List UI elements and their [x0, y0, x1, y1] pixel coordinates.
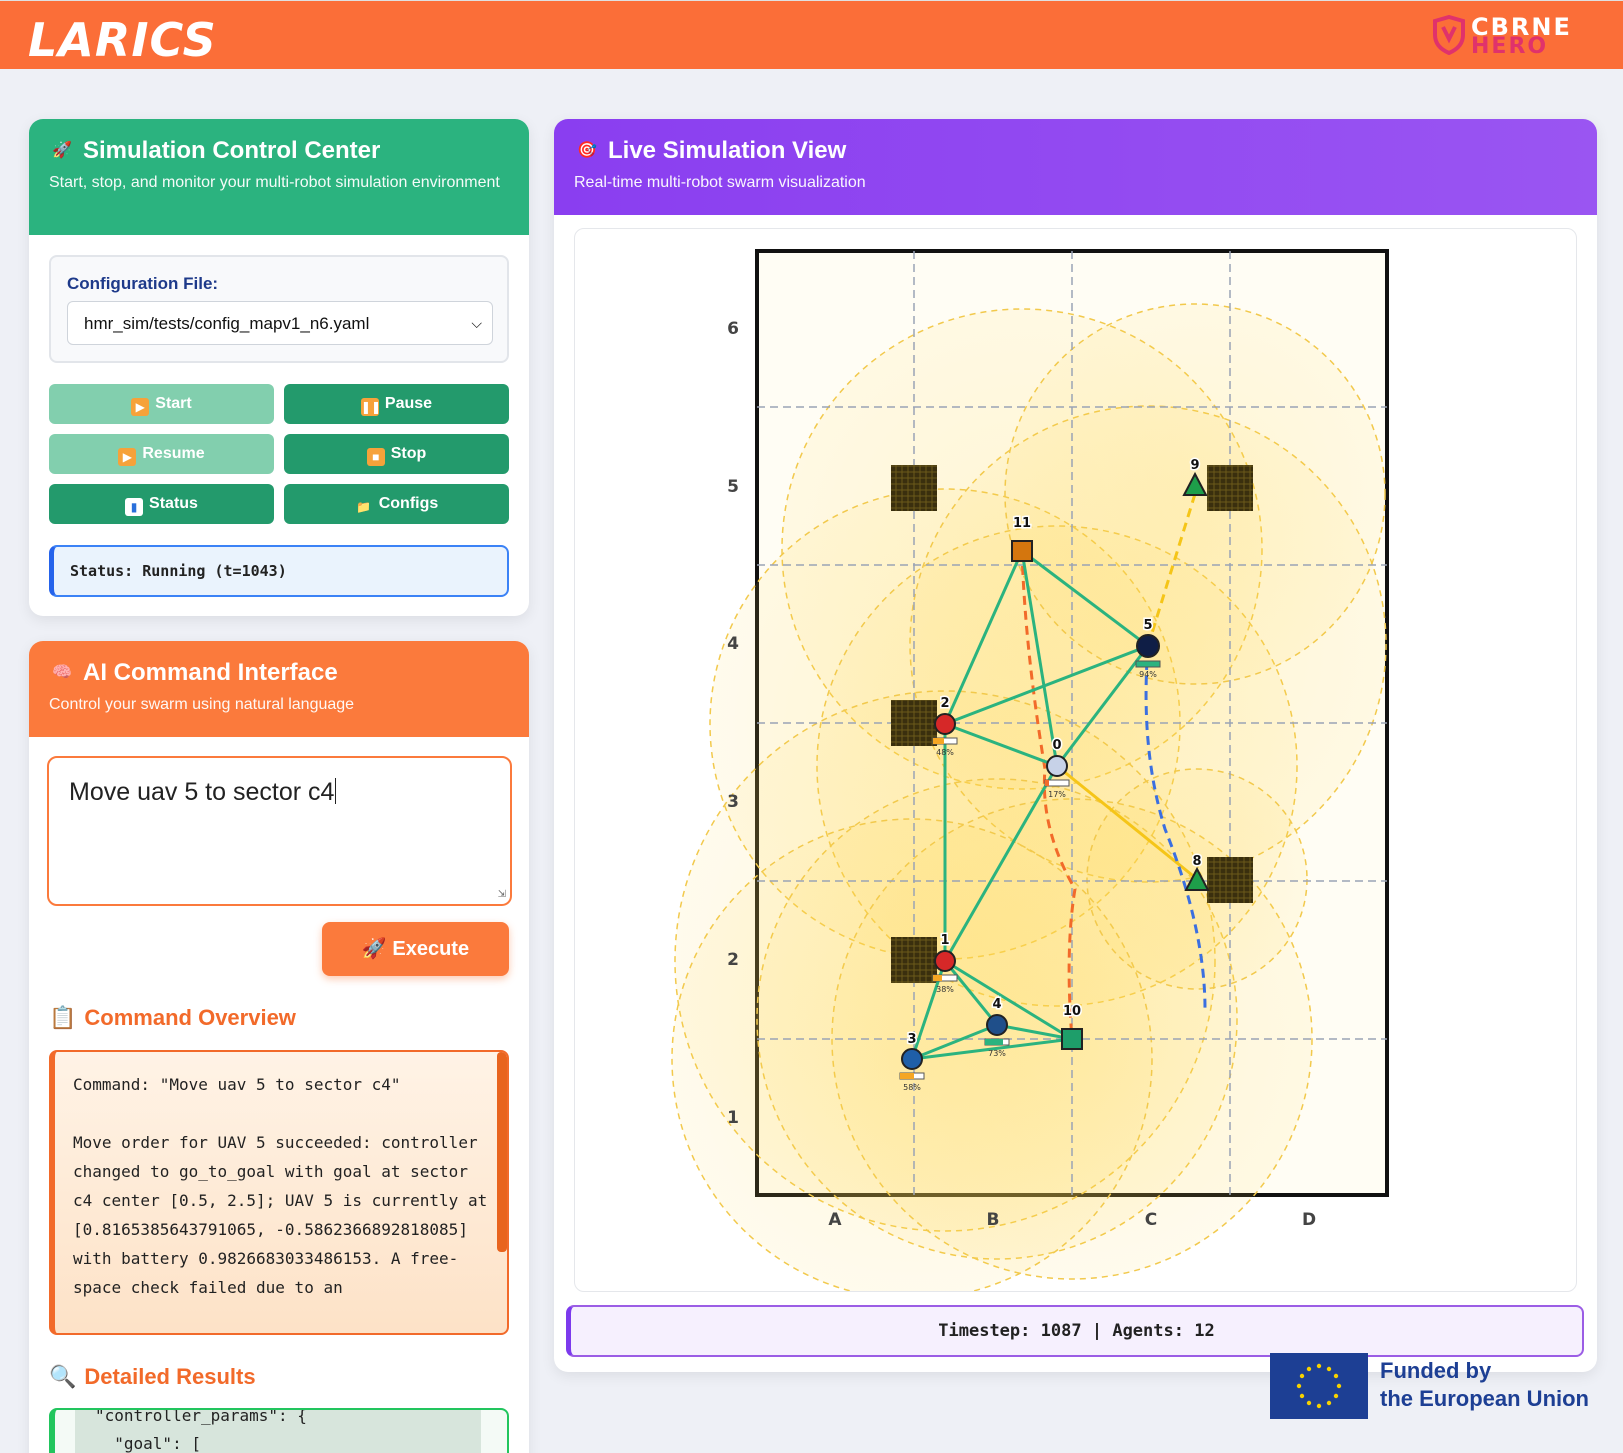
ai-title: AI Command Interface [83, 659, 338, 686]
target-icon: 🎯 [577, 142, 597, 159]
svg-text:94%: 94% [1139, 670, 1157, 679]
ai-command-card: 🧠 AI Command Interface Control your swarm… [29, 641, 529, 1453]
svg-text:4: 4 [727, 634, 739, 654]
svg-text:D: D [1302, 1210, 1316, 1230]
svg-text:2: 2 [727, 950, 739, 970]
svg-text:B: B [987, 1210, 1000, 1230]
cbrne-shield-icon [1433, 15, 1465, 55]
brain-icon: 🧠 [52, 664, 72, 681]
command-input-value: Move uav 5 to sector c4 [69, 778, 335, 806]
resume-button[interactable]: ▶ Resume [49, 434, 274, 474]
resize-handle-icon[interactable]: ⇲ [498, 889, 506, 900]
rocket-icon: 🚀 [52, 142, 72, 159]
config-file-select[interactable]: hmr_sim/tests/config_mapv1_n6.yaml ⌵ [67, 301, 493, 345]
clipboard-icon: 📋 [49, 1005, 77, 1030]
status-display: Status: Running (t=1043) [49, 545, 509, 597]
config-panel: Configuration File: hmr_sim/tests/config… [49, 255, 509, 363]
eu-flag-icon [1270, 1353, 1368, 1419]
results-text: "controller_params": { "goal": [ [95, 1408, 307, 1453]
svg-text:5: 5 [1143, 618, 1152, 633]
svg-text:5: 5 [727, 477, 739, 497]
control-subtitle: Start, stop, and monitor your multi-robo… [49, 174, 500, 191]
overview-scrollbar[interactable] [497, 1052, 507, 1252]
sim-card-header: 🎯 Live Simulation View Real-time multi-ro… [554, 119, 1597, 215]
config-select-value: hmr_sim/tests/config_mapv1_n6.yaml [84, 314, 370, 333]
agents-count: 12 [1194, 1321, 1215, 1341]
folder-icon: 📁 [356, 500, 372, 514]
command-overview-text: Command: "Move uav 5 to sector c4" Move … [73, 1075, 488, 1297]
eu-text-line2: the European Union [1380, 1386, 1589, 1411]
play-icon: ▶ [118, 448, 137, 466]
svg-text:4: 4 [992, 997, 1001, 1012]
detailed-results-heading: 🔍 Detailed Results [49, 1364, 256, 1389]
configs-button[interactable]: 📁 Configs [284, 484, 509, 524]
svg-text:9: 9 [1190, 458, 1199, 473]
config-label: Configuration File: [67, 274, 219, 293]
sim-title: Live Simulation View [608, 137, 847, 164]
bar-chart-icon: ▮ [125, 498, 144, 516]
svg-text:8: 8 [1192, 854, 1201, 869]
hero-text: HERO [1471, 34, 1549, 59]
svg-text:48%: 48% [936, 748, 954, 757]
start-button[interactable]: ▶ Start [49, 384, 274, 424]
svg-text:3: 3 [907, 1032, 916, 1047]
timestep-value: 1087 [1040, 1321, 1082, 1341]
magnifier-icon: 🔍 [49, 1364, 77, 1389]
control-title: Simulation Control Center [83, 137, 381, 164]
command-input[interactable]: Move uav 5 to sector c4 ⇲ [47, 756, 512, 906]
larics-logo: LARICS [28, 13, 217, 67]
simulation-map[interactable]: 11 9 5 94% 2 48% 0 17% 8 1 38% 4 73% 10 … [575, 229, 1577, 1292]
svg-text:A: A [828, 1210, 842, 1230]
svg-text:C: C [1145, 1210, 1157, 1230]
chevron-down-icon: ⌵ [471, 315, 482, 331]
svg-text:1: 1 [727, 1108, 739, 1128]
command-overview-heading: 📋 Command Overview [49, 1005, 296, 1030]
svg-text:6: 6 [727, 319, 739, 339]
results-code-block: "controller_params": { "goal": [ [75, 1410, 481, 1453]
simulation-control-card: 🚀 Simulation Control Center Start, stop, … [29, 119, 529, 616]
simulation-canvas[interactable]: 11 9 5 94% 2 48% 0 17% 8 1 38% 4 73% 10 … [574, 228, 1577, 1292]
text-caret [335, 778, 337, 804]
rocket-icon: 🚀 [361, 938, 393, 960]
svg-text:1: 1 [940, 933, 949, 948]
ai-card-header: 🧠 AI Command Interface Control your swarm… [29, 641, 529, 737]
status-button[interactable]: ▮ Status [49, 484, 274, 524]
eu-funding-badge: Funded by the European Union [1270, 1353, 1600, 1423]
eu-text-line1: Funded by [1380, 1358, 1492, 1383]
svg-text:0: 0 [1052, 738, 1061, 753]
live-simulation-card: 🎯 Live Simulation View Real-time multi-ro… [554, 119, 1597, 1372]
stop-button[interactable]: ■ Stop [284, 434, 509, 474]
svg-text:17%: 17% [1048, 790, 1066, 799]
svg-text:3: 3 [727, 792, 739, 812]
command-overview-panel[interactable]: Command: "Move uav 5 to sector c4" Move … [49, 1050, 509, 1335]
svg-text:58%: 58% [903, 1083, 921, 1092]
svg-text:11: 11 [1013, 516, 1031, 531]
pause-icon: ❚❚ [360, 398, 382, 416]
cbrne-hero-logo: CBRNE HERO [1431, 13, 1601, 59]
top-bar: LARICS CBRNE HERO [0, 0, 1623, 69]
pause-button[interactable]: ❚❚ Pause [284, 384, 509, 424]
sim-subtitle: Real-time multi-robot swarm visualizatio… [574, 174, 866, 191]
svg-text:38%: 38% [936, 985, 954, 994]
svg-text:10: 10 [1063, 1004, 1081, 1019]
ai-subtitle: Control your swarm using natural languag… [49, 696, 355, 713]
svg-text:2: 2 [940, 696, 949, 711]
stop-icon: ■ [366, 448, 385, 466]
detailed-results-panel[interactable]: "controller_params": { "goal": [ [49, 1408, 509, 1453]
play-icon: ▶ [131, 398, 150, 416]
execute-button[interactable]: 🚀 Execute [322, 922, 509, 976]
control-card-header: 🚀 Simulation Control Center Start, stop, … [29, 119, 529, 235]
svg-text:73%: 73% [988, 1049, 1006, 1058]
timestep-bar: Timestep: 1087 | Agents: 12 [566, 1305, 1584, 1357]
